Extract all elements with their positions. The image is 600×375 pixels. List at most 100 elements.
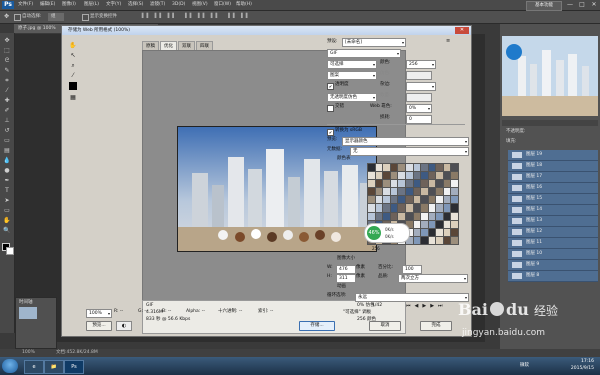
- navigator-thumbnail[interactable]: [502, 36, 598, 116]
- color-swatch[interactable]: [375, 164, 383, 172]
- color-swatch[interactable]: [436, 220, 443, 228]
- browser-icon[interactable]: ◐: [116, 321, 132, 331]
- color-swatch[interactable]: [436, 236, 443, 244]
- color-swatch[interactable]: [375, 196, 383, 204]
- healing-brush-icon[interactable]: ✚: [2, 97, 12, 105]
- interlaced-checkbox[interactable]: [327, 105, 334, 112]
- toggle-slices-icon[interactable]: ▦: [68, 94, 78, 102]
- color-swatch[interactable]: [368, 188, 375, 196]
- background-color-swatch[interactable]: [6, 247, 14, 255]
- color-swatch[interactable]: [436, 172, 443, 180]
- layer-row[interactable]: 图层 16: [508, 183, 598, 194]
- color-swatch[interactable]: [405, 204, 413, 212]
- color-swatch[interactable]: [443, 228, 451, 236]
- marquee-tool-icon[interactable]: ⬚: [2, 47, 12, 55]
- type-tool-icon[interactable]: T: [2, 187, 12, 195]
- zoom-tool-icon[interactable]: 🔍: [2, 227, 12, 235]
- color-swatch[interactable]: [390, 188, 398, 196]
- color-swatch[interactable]: [451, 204, 458, 212]
- percent-field[interactable]: 100: [402, 265, 422, 274]
- color-swatch[interactable]: [451, 164, 458, 172]
- color-swatch[interactable]: [383, 172, 390, 180]
- color-swatch[interactable]: [443, 236, 451, 244]
- color-swatch[interactable]: [451, 212, 458, 220]
- menu-filter[interactable]: 滤镜(T): [150, 0, 165, 10]
- preview-button[interactable]: 预览...: [86, 321, 112, 331]
- color-swatch[interactable]: [405, 196, 413, 204]
- show-transform-checkbox[interactable]: [82, 14, 89, 21]
- color-swatch[interactable]: [428, 196, 436, 204]
- gradient-tool-icon[interactable]: ▤: [2, 147, 12, 155]
- color-swatch[interactable]: [436, 204, 443, 212]
- crop-tool-icon[interactable]: ⌗: [2, 77, 12, 85]
- colors-select[interactable]: 256: [406, 60, 436, 69]
- color-swatch[interactable]: [368, 172, 375, 180]
- color-swatch[interactable]: [413, 220, 421, 228]
- color-swatch[interactable]: [421, 188, 428, 196]
- quality-select[interactable]: 两次立方: [398, 274, 468, 283]
- menu-view[interactable]: 视图(V): [192, 0, 208, 10]
- color-swatch[interactable]: [413, 212, 421, 220]
- layer-row[interactable]: 图层 8: [508, 271, 598, 282]
- preset-select[interactable]: [未命名]: [342, 38, 406, 47]
- color-swatch[interactable]: [428, 204, 436, 212]
- color-swatch[interactable]: [443, 172, 451, 180]
- layer-row[interactable]: 图层 11: [508, 238, 598, 249]
- preview-select[interactable]: 显示器颜色: [342, 137, 469, 146]
- workspace-switcher[interactable]: 基本功能: [526, 1, 562, 11]
- color-swatch[interactable]: [368, 164, 375, 172]
- width-field[interactable]: 476: [336, 265, 356, 274]
- color-swatch[interactable]: [428, 172, 436, 180]
- menu-type[interactable]: 文字(Y): [106, 0, 121, 10]
- layer-row[interactable]: 图层 9: [508, 260, 598, 271]
- clone-stamp-icon[interactable]: ⊥: [2, 117, 12, 125]
- close-icon[interactable]: ✕: [588, 0, 600, 9]
- brush-tool-icon[interactable]: ✐: [2, 107, 12, 115]
- color-swatch[interactable]: [405, 188, 413, 196]
- start-button[interactable]: [2, 359, 18, 373]
- eyedropper-icon[interactable]: ⁄: [68, 72, 78, 80]
- dither-algo-select[interactable]: 图案: [327, 71, 377, 80]
- layer-row[interactable]: 图层 15: [508, 194, 598, 205]
- color-swatch[interactable]: [443, 164, 451, 172]
- color-swatch[interactable]: [390, 204, 398, 212]
- color-swatch[interactable]: [375, 180, 383, 188]
- color-swatch[interactable]: [451, 172, 458, 180]
- zoom-select[interactable]: 100%: [86, 309, 112, 318]
- color-swatch[interactable]: [421, 212, 428, 220]
- auto-select-checkbox[interactable]: [14, 14, 21, 21]
- color-swatch[interactable]: [421, 172, 428, 180]
- color-swatch[interactable]: [383, 204, 390, 212]
- color-swatch[interactable]: [398, 204, 405, 212]
- color-swatch[interactable]: [443, 196, 451, 204]
- color-swatch[interactable]: [428, 180, 436, 188]
- blur-tool-icon[interactable]: 💧: [2, 157, 12, 165]
- menu-window[interactable]: 窗口(W): [214, 0, 231, 10]
- color-swatch[interactable]: [405, 172, 413, 180]
- color-swatch[interactable]: [436, 180, 443, 188]
- layer-row[interactable]: 图层 13: [508, 216, 598, 227]
- color-swatch[interactable]: [443, 220, 451, 228]
- align-icons[interactable]: ▐▌▐▌▐▌ ▐▌▐▌▐▌ ▐▌▐▌: [140, 13, 252, 21]
- taskbar-photoshop-icon[interactable]: Ps: [64, 360, 84, 374]
- color-swatch[interactable]: [383, 164, 390, 172]
- color-swatch[interactable]: [405, 180, 413, 188]
- move-tool-icon[interactable]: ✥: [2, 37, 12, 45]
- color-swatch[interactable]: [398, 172, 405, 180]
- lossy-field[interactable]: 0: [406, 115, 432, 124]
- color-swatch[interactable]: [383, 212, 390, 220]
- system-clock[interactable]: 17:16 2015/9/15: [546, 358, 594, 374]
- layer-row[interactable]: 图层 17: [508, 172, 598, 183]
- menu-image[interactable]: 图像(I): [62, 0, 76, 10]
- color-swatch[interactable]: [413, 196, 421, 204]
- menu-edit[interactable]: 编辑(E): [40, 0, 55, 10]
- color-swatch[interactable]: [421, 180, 428, 188]
- path-select-icon[interactable]: ➤: [2, 197, 12, 205]
- color-swatch[interactable]: [428, 188, 436, 196]
- color-swatch[interactable]: [390, 172, 398, 180]
- preset-menu-icon[interactable]: ≡: [446, 38, 450, 44]
- color-swatch[interactable]: [375, 204, 383, 212]
- color-swatch[interactable]: [421, 228, 428, 236]
- color-swatch[interactable]: [413, 164, 421, 172]
- color-swatch[interactable]: [443, 212, 451, 220]
